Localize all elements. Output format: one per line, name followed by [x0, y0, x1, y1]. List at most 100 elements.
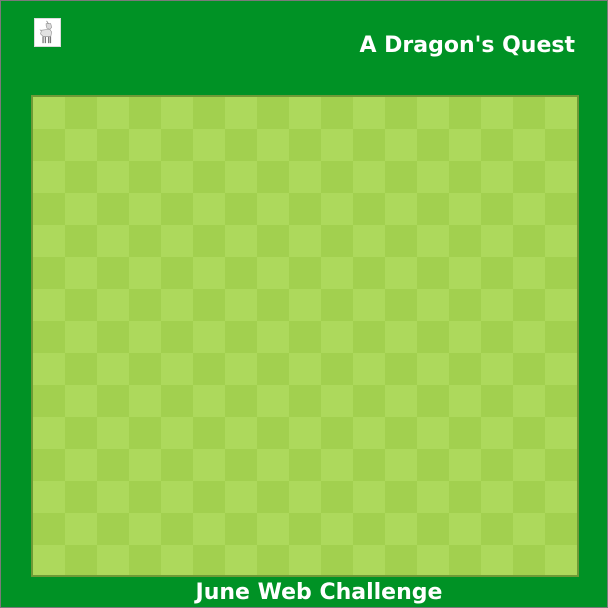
board-cell[interactable]: [417, 417, 449, 449]
board-cell[interactable]: [545, 353, 577, 385]
board-cell[interactable]: [481, 513, 513, 545]
board-cell[interactable]: [321, 225, 353, 257]
board-cell[interactable]: [385, 449, 417, 481]
board-cell[interactable]: [449, 257, 481, 289]
board-cell[interactable]: [385, 321, 417, 353]
board-cell[interactable]: [545, 225, 577, 257]
board-cell[interactable]: [545, 257, 577, 289]
board-cell[interactable]: [289, 545, 321, 575]
board-cell[interactable]: [193, 353, 225, 385]
board-cell[interactable]: [161, 353, 193, 385]
board-cell[interactable]: [65, 353, 97, 385]
board-cell[interactable]: [161, 513, 193, 545]
board-cell[interactable]: [289, 417, 321, 449]
board-cell[interactable]: [257, 225, 289, 257]
board-cell[interactable]: [225, 225, 257, 257]
board-cell[interactable]: [161, 417, 193, 449]
board-cell[interactable]: [481, 481, 513, 513]
board-cell[interactable]: [33, 161, 65, 193]
board-cell[interactable]: [481, 321, 513, 353]
board-cell[interactable]: [33, 225, 65, 257]
board-cell[interactable]: [161, 161, 193, 193]
board-cell[interactable]: [481, 385, 513, 417]
board-cell[interactable]: [257, 353, 289, 385]
board-cell[interactable]: [481, 353, 513, 385]
board-cell[interactable]: [129, 321, 161, 353]
board-cell[interactable]: [353, 449, 385, 481]
board-cell[interactable]: [257, 321, 289, 353]
board-cell[interactable]: [33, 97, 65, 129]
board-cell[interactable]: [353, 193, 385, 225]
board-cell[interactable]: [129, 161, 161, 193]
board-cell[interactable]: [289, 257, 321, 289]
board-cell[interactable]: [225, 193, 257, 225]
board-cell[interactable]: [65, 449, 97, 481]
board-cell[interactable]: [289, 353, 321, 385]
board-cell[interactable]: [129, 513, 161, 545]
board-cell[interactable]: [417, 321, 449, 353]
board-cell[interactable]: [481, 161, 513, 193]
board-cell[interactable]: [481, 225, 513, 257]
board-cell[interactable]: [129, 385, 161, 417]
board-cell[interactable]: [385, 193, 417, 225]
board-cell[interactable]: [449, 353, 481, 385]
board-cell[interactable]: [513, 481, 545, 513]
board-cell[interactable]: [385, 385, 417, 417]
board-cell[interactable]: [321, 449, 353, 481]
board-cell[interactable]: [33, 513, 65, 545]
board-cell[interactable]: [385, 129, 417, 161]
board-cell[interactable]: [65, 129, 97, 161]
board-cell[interactable]: [353, 129, 385, 161]
board-cell[interactable]: [513, 225, 545, 257]
board-cell[interactable]: [449, 321, 481, 353]
board-cell[interactable]: [33, 417, 65, 449]
board-cell[interactable]: [545, 161, 577, 193]
board-cell[interactable]: [545, 385, 577, 417]
board-cell[interactable]: [129, 225, 161, 257]
board-cell[interactable]: [545, 289, 577, 321]
board-cell[interactable]: [129, 129, 161, 161]
board-cell[interactable]: [257, 161, 289, 193]
game-board[interactable]: [31, 95, 579, 577]
board-cell[interactable]: [97, 385, 129, 417]
board-cell[interactable]: [97, 417, 129, 449]
board-cell[interactable]: [97, 289, 129, 321]
board-cell[interactable]: [65, 225, 97, 257]
board-cell[interactable]: [97, 225, 129, 257]
board-cell[interactable]: [97, 449, 129, 481]
board-cell[interactable]: [321, 513, 353, 545]
board-cell[interactable]: [513, 193, 545, 225]
board-cell[interactable]: [417, 289, 449, 321]
board-cell[interactable]: [417, 129, 449, 161]
board-cell[interactable]: [513, 161, 545, 193]
board-cell[interactable]: [161, 129, 193, 161]
board-cell[interactable]: [289, 481, 321, 513]
board-cell[interactable]: [417, 385, 449, 417]
board-cell[interactable]: [65, 321, 97, 353]
board-cell[interactable]: [193, 97, 225, 129]
board-cell[interactable]: [193, 289, 225, 321]
board-cell[interactable]: [225, 481, 257, 513]
board-cell[interactable]: [225, 321, 257, 353]
board-cell[interactable]: [97, 193, 129, 225]
board-cell[interactable]: [33, 481, 65, 513]
board-cell[interactable]: [65, 257, 97, 289]
board-cell[interactable]: [129, 417, 161, 449]
board-cell[interactable]: [257, 257, 289, 289]
board-cell[interactable]: [161, 481, 193, 513]
board-cell[interactable]: [417, 481, 449, 513]
board-cell[interactable]: [353, 321, 385, 353]
board-cell[interactable]: [193, 193, 225, 225]
board-cell[interactable]: [289, 193, 321, 225]
board-cell[interactable]: [353, 417, 385, 449]
board-cell[interactable]: [449, 513, 481, 545]
board-cell[interactable]: [65, 513, 97, 545]
board-cell[interactable]: [129, 257, 161, 289]
board-cell[interactable]: [193, 321, 225, 353]
board-cell[interactable]: [545, 97, 577, 129]
board-cell[interactable]: [513, 545, 545, 575]
board-cell[interactable]: [481, 257, 513, 289]
board-cell[interactable]: [353, 289, 385, 321]
board-cell[interactable]: [353, 225, 385, 257]
board-cell[interactable]: [257, 193, 289, 225]
